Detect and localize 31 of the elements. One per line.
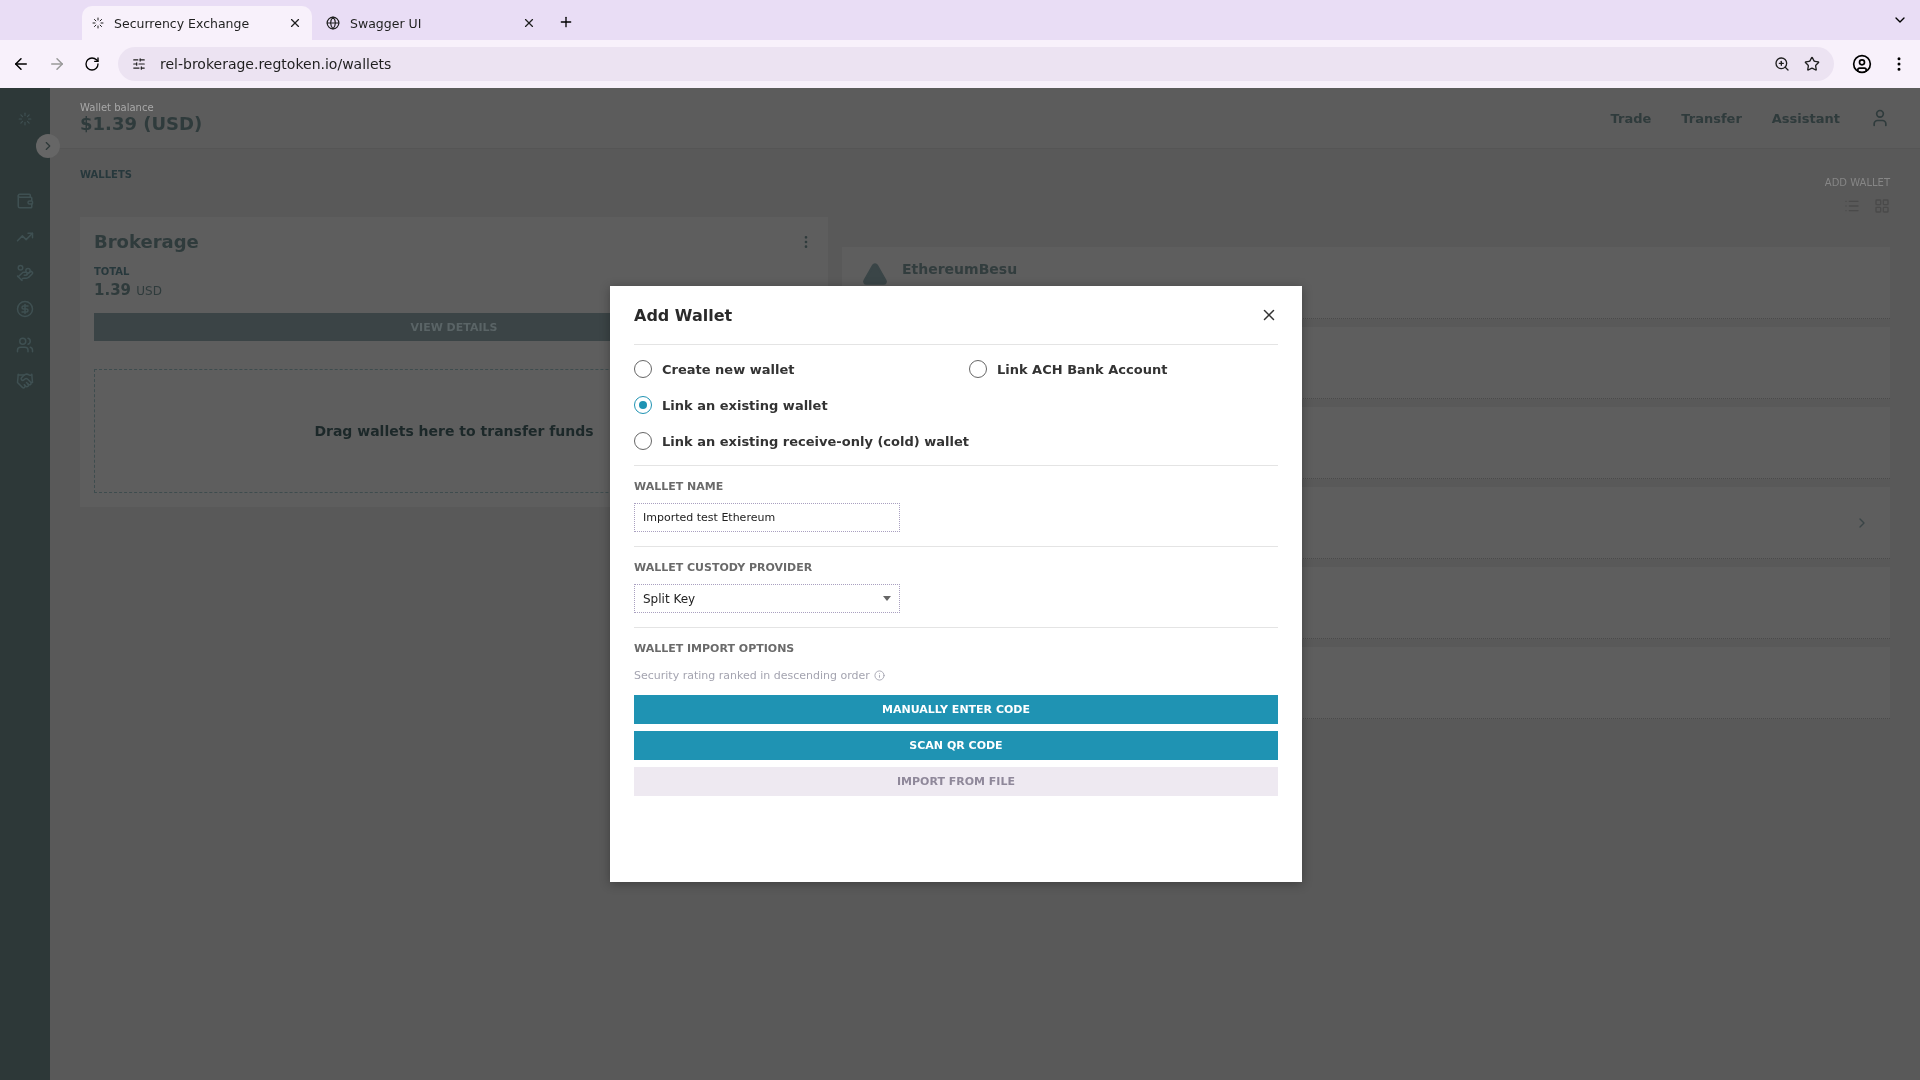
import-option-button[interactable]: SCAN QR CODE (634, 731, 1278, 760)
globe-icon (326, 16, 340, 30)
loading-icon (92, 17, 104, 29)
radio-option[interactable]: Link ACH Bank Account (968, 351, 1278, 387)
tab-title: Securrency Exchange (114, 15, 251, 31)
field-label: WALLET CUSTODY PROVIDER (634, 561, 814, 574)
wallet-name-field[interactable]: Imported test Ethereum (634, 503, 900, 532)
field-label: WALLET NAME (634, 480, 725, 493)
balance-label: Wallet balance (80, 102, 155, 113)
reload-icon[interactable] (84, 56, 100, 72)
hint-text: Security rating ranked in descending order (634, 669, 870, 682)
tab-title: Swagger UI (350, 15, 423, 31)
sidebar-toggle[interactable] (36, 134, 60, 158)
browser-tab[interactable]: Swagger UI (316, 6, 546, 40)
custody-provider-select[interactable]: Split Key (634, 584, 900, 613)
field-label: WALLET IMPORT OPTIONS (634, 642, 796, 655)
bookmark-star-icon[interactable] (1804, 56, 1820, 72)
browser-tab[interactable]: Securrency Exchange (82, 6, 312, 40)
zoom-icon[interactable] (1774, 56, 1790, 72)
url-text: rel-brokerage.regtoken.io/wallets (160, 56, 393, 72)
import-option-button[interactable]: MANUALLY ENTER CODE (634, 695, 1278, 724)
forward-icon[interactable] (48, 55, 66, 73)
address-bar[interactable]: rel-brokerage.regtoken.io/wallets (118, 47, 1834, 81)
back-icon[interactable] (12, 55, 30, 73)
site-settings-icon[interactable] (132, 57, 146, 71)
profile-icon[interactable] (1852, 54, 1872, 74)
total-label: TOTAL (94, 266, 131, 277)
close-tab-icon[interactable] (288, 16, 302, 30)
new-tab-icon[interactable] (558, 14, 574, 30)
close-tab-icon[interactable] (522, 16, 536, 30)
loading-icon (18, 112, 32, 126)
